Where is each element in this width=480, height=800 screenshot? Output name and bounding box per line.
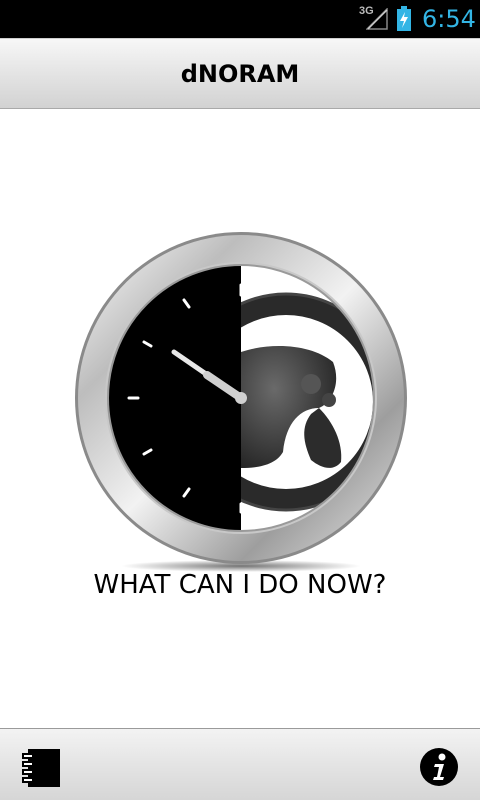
app-title: dNORAM xyxy=(180,60,300,88)
status-bar: 3G 6:54 xyxy=(0,0,480,38)
info-button[interactable] xyxy=(417,745,461,789)
signal-icon xyxy=(366,8,388,30)
title-bar: dNORAM xyxy=(0,38,480,109)
notebook-button[interactable] xyxy=(18,745,62,789)
clock-steering-wheel-logo xyxy=(75,232,407,572)
headline: WHAT CAN I DO NOW? xyxy=(93,570,387,600)
bottom-bar xyxy=(0,728,480,800)
battery-charging-icon xyxy=(397,6,411,31)
notebook-icon xyxy=(22,749,60,787)
info-icon xyxy=(420,748,458,786)
status-time: 6:54 xyxy=(422,5,476,33)
